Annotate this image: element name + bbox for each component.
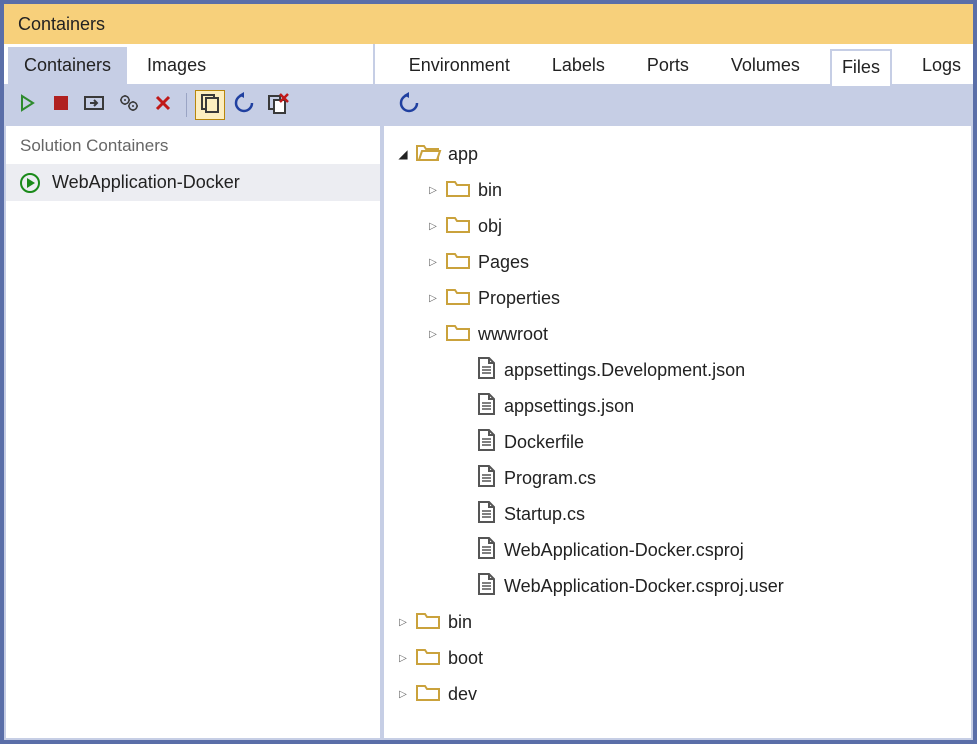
right-panel: ◢ app ▷ bin ▷ obj ▷ Pages ▷ Properties ▷ wwwroot app… bbox=[380, 84, 973, 740]
tree-folder[interactable]: ▷ bin bbox=[394, 604, 961, 640]
tab-volumes[interactable]: Volumes bbox=[719, 47, 812, 84]
tree-file[interactable]: appsettings.Development.json bbox=[454, 352, 961, 388]
tree-node-label: Dockerfile bbox=[504, 432, 584, 453]
folder-icon bbox=[446, 178, 470, 203]
attach-button[interactable] bbox=[80, 90, 110, 120]
folder-icon bbox=[446, 286, 470, 311]
folder-icon bbox=[416, 682, 440, 707]
tree-file[interactable]: Program.cs bbox=[454, 460, 961, 496]
stop-button[interactable] bbox=[46, 90, 76, 120]
folder-icon bbox=[446, 322, 470, 347]
tree-node-label: wwwroot bbox=[478, 324, 548, 345]
tab-ports[interactable]: Ports bbox=[635, 47, 701, 84]
left-toolbar bbox=[4, 84, 380, 126]
tab-environment[interactable]: Environment bbox=[397, 47, 522, 84]
running-icon bbox=[20, 173, 40, 193]
tree-node-label: WebApplication-Docker.csproj.user bbox=[504, 576, 784, 597]
folder-icon bbox=[446, 214, 470, 239]
tree-node-label: app bbox=[448, 144, 478, 165]
copy-button[interactable] bbox=[195, 90, 225, 120]
section-header-solution-containers: Solution Containers bbox=[6, 126, 380, 164]
prune-icon bbox=[266, 92, 290, 119]
container-name: WebApplication-Docker bbox=[52, 172, 240, 193]
chevron-right-icon[interactable]: ▷ bbox=[394, 617, 412, 628]
tree-folder[interactable]: ▷ bin bbox=[424, 172, 961, 208]
tree-node-label: bin bbox=[448, 612, 472, 633]
tree-folder[interactable]: ▷ boot bbox=[394, 640, 961, 676]
tab-strip: ContainersImages Environment Labels Ports V… bbox=[4, 44, 973, 84]
refresh-button[interactable] bbox=[229, 90, 259, 120]
chevron-right-icon[interactable]: ▷ bbox=[394, 653, 412, 664]
file-icon bbox=[476, 429, 496, 456]
file-icon bbox=[476, 465, 496, 492]
tab-files[interactable]: Files bbox=[830, 49, 892, 86]
folder-icon bbox=[416, 646, 440, 671]
settings-button[interactable] bbox=[114, 90, 144, 120]
tree-node-label: dev bbox=[448, 684, 477, 705]
chevron-right-icon[interactable]: ▷ bbox=[424, 329, 442, 340]
chevron-down-icon[interactable]: ◢ bbox=[394, 147, 412, 161]
start-icon bbox=[18, 94, 36, 117]
container-item[interactable]: WebApplication-Docker bbox=[6, 164, 380, 201]
refresh-button[interactable] bbox=[394, 90, 424, 120]
tab-images[interactable]: Images bbox=[131, 47, 222, 84]
tree-file[interactable]: WebApplication-Docker.csproj.user bbox=[454, 568, 961, 604]
tree-node-label: obj bbox=[478, 216, 502, 237]
chevron-right-icon[interactable]: ▷ bbox=[424, 293, 442, 304]
stop-icon bbox=[53, 95, 69, 116]
titlebar: Containers bbox=[4, 4, 973, 44]
tree-node-label: Properties bbox=[478, 288, 560, 309]
tree-folder[interactable]: ▷ Pages bbox=[424, 244, 961, 280]
file-icon bbox=[476, 573, 496, 600]
attach-icon bbox=[84, 95, 106, 116]
delete-icon bbox=[154, 94, 172, 117]
copy-icon bbox=[199, 92, 221, 119]
chevron-right-icon[interactable]: ▷ bbox=[424, 185, 442, 196]
tree-node-label: appsettings.Development.json bbox=[504, 360, 745, 381]
chevron-right-icon[interactable]: ▷ bbox=[394, 689, 412, 700]
tree-file[interactable]: WebApplication-Docker.csproj bbox=[454, 532, 961, 568]
right-toolbar bbox=[382, 84, 973, 126]
tree-node-label: boot bbox=[448, 648, 483, 669]
chevron-right-icon[interactable]: ▷ bbox=[424, 257, 442, 268]
folder-icon bbox=[446, 250, 470, 275]
tree-folder[interactable]: ◢ app bbox=[394, 136, 961, 172]
tree-folder[interactable]: ▷ obj bbox=[424, 208, 961, 244]
tree-file[interactable]: Startup.cs bbox=[454, 496, 961, 532]
tree-file[interactable]: Dockerfile bbox=[454, 424, 961, 460]
tree-file[interactable]: appsettings.json bbox=[454, 388, 961, 424]
file-icon bbox=[476, 357, 496, 384]
left-panel: Solution Containers WebApplication-Docke… bbox=[4, 84, 382, 740]
folder-open-icon bbox=[416, 142, 440, 167]
tree-node-label: WebApplication-Docker.csproj bbox=[504, 540, 744, 561]
tree-folder[interactable]: ▷ Properties bbox=[424, 280, 961, 316]
file-icon bbox=[476, 393, 496, 420]
tree-node-label: Program.cs bbox=[504, 468, 596, 489]
tree-node-label: appsettings.json bbox=[504, 396, 634, 417]
tree-node-label: Startup.cs bbox=[504, 504, 585, 525]
refresh-icon bbox=[233, 92, 255, 119]
delete-button[interactable] bbox=[148, 90, 178, 120]
tab-labels[interactable]: Labels bbox=[540, 47, 617, 84]
window-title: Containers bbox=[18, 14, 105, 35]
refresh-icon bbox=[398, 92, 420, 119]
prune-button[interactable] bbox=[263, 90, 293, 120]
file-icon bbox=[476, 501, 496, 528]
start-button[interactable] bbox=[12, 90, 42, 120]
tree-folder[interactable]: ▷ wwwroot bbox=[424, 316, 961, 352]
chevron-right-icon[interactable]: ▷ bbox=[424, 221, 442, 232]
file-icon bbox=[476, 537, 496, 564]
tree-node-label: bin bbox=[478, 180, 502, 201]
tab-logs[interactable]: Logs bbox=[910, 47, 973, 84]
tree-node-label: Pages bbox=[478, 252, 529, 273]
settings-icon bbox=[119, 94, 139, 117]
file-tree: ◢ app ▷ bin ▷ obj ▷ Pages ▷ Properties ▷ wwwroot app… bbox=[382, 126, 973, 740]
toolbar-separator bbox=[186, 93, 187, 117]
tree-folder[interactable]: ▷ dev bbox=[394, 676, 961, 712]
tab-containers[interactable]: Containers bbox=[8, 47, 127, 84]
folder-icon bbox=[416, 610, 440, 635]
